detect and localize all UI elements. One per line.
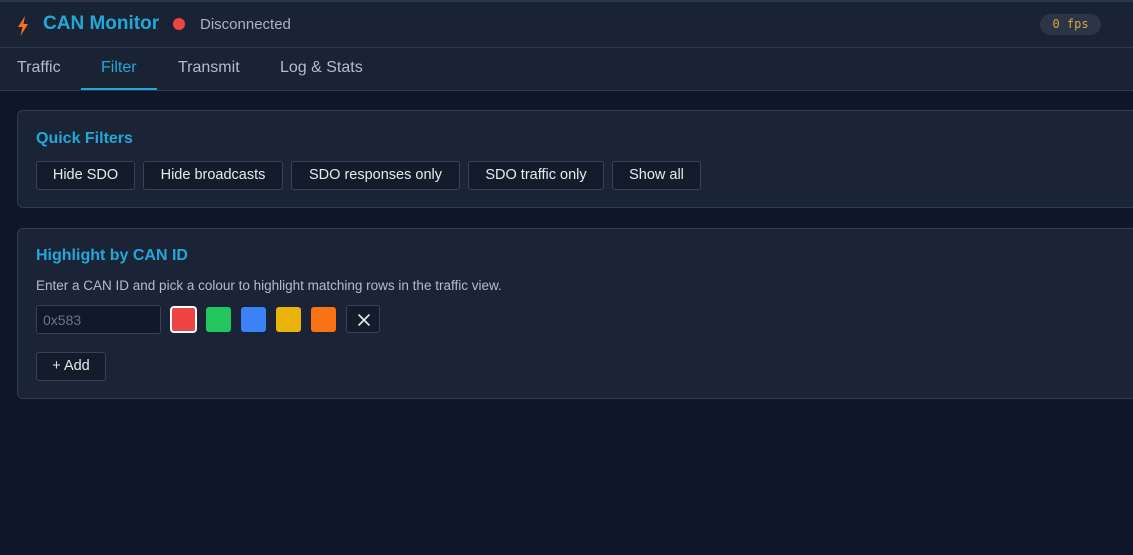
highlight-by-id-card: Highlight by CAN ID Enter a CAN ID and p… xyxy=(17,228,1133,399)
tab-traffic[interactable]: Traffic xyxy=(17,59,61,77)
sdo-responses-only-button[interactable]: SDO responses only xyxy=(291,161,460,190)
color-swatch-green[interactable] xyxy=(206,307,231,332)
fps-badge: 0 fps xyxy=(1040,14,1101,35)
color-swatch-yellow[interactable] xyxy=(276,307,301,332)
tab-filter[interactable]: Filter xyxy=(101,59,137,77)
quick-filters-card: Quick Filters Hide SDO Hide broadcasts S… xyxy=(17,110,1133,208)
clear-color-button[interactable] xyxy=(346,305,380,333)
tab-transmit[interactable]: Transmit xyxy=(178,59,240,77)
hide-sdo-button[interactable]: Hide SDO xyxy=(36,161,135,190)
color-swatch-orange[interactable] xyxy=(311,307,336,332)
connection-status-text: Disconnected xyxy=(200,16,291,33)
connection-status-dot xyxy=(173,18,185,30)
lightning-bolt-icon xyxy=(18,16,28,36)
color-swatch-blue[interactable] xyxy=(241,307,266,332)
app-title: CAN Monitor xyxy=(43,13,160,34)
can-id-input[interactable] xyxy=(36,305,161,334)
add-highlight-button[interactable]: + Add xyxy=(36,352,106,381)
can-monitor-app: CAN Monitor Disconnected 0 fps Traffic F… xyxy=(0,0,1133,555)
color-swatch-red[interactable] xyxy=(170,306,197,333)
tab-log-stats[interactable]: Log & Stats xyxy=(280,59,363,77)
quick-filters-title: Quick Filters xyxy=(36,130,133,147)
active-tab-indicator xyxy=(81,88,157,90)
main-tabs: Traffic Filter Transmit Log & Stats xyxy=(0,48,1133,91)
close-icon xyxy=(358,314,370,326)
show-all-button[interactable]: Show all xyxy=(612,161,701,190)
hide-broadcasts-button[interactable]: Hide broadcasts xyxy=(143,161,283,190)
highlight-description: Enter a CAN ID and pick a colour to high… xyxy=(36,278,502,293)
highlight-title: Highlight by CAN ID xyxy=(36,247,188,264)
sdo-traffic-only-button[interactable]: SDO traffic only xyxy=(468,161,604,190)
app-header: CAN Monitor Disconnected 0 fps xyxy=(0,2,1133,48)
